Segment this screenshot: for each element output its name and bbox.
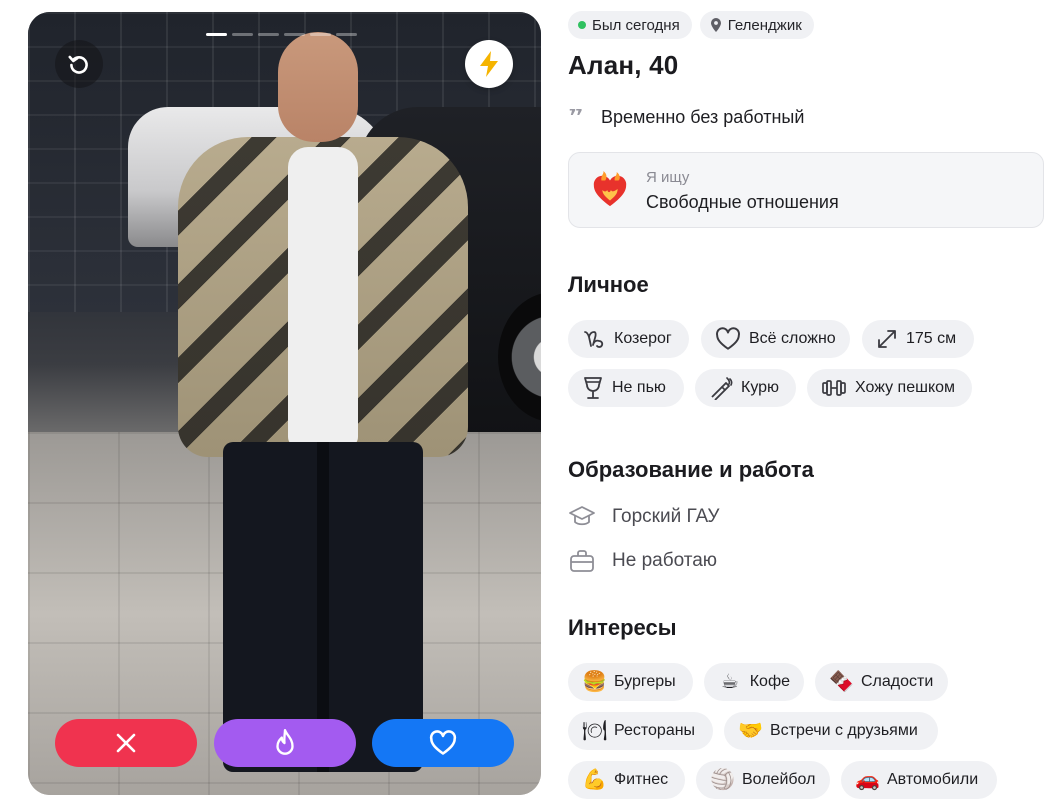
heart-icon bbox=[429, 730, 457, 755]
photo-progress-segment[interactable] bbox=[310, 33, 331, 36]
lightning-icon bbox=[480, 51, 498, 77]
chip-label: Рестораны bbox=[614, 722, 696, 739]
chip-label: Козерог bbox=[614, 330, 672, 347]
chip-relationship: Всё сложно bbox=[701, 320, 850, 358]
chip-label: Бургеры bbox=[614, 673, 676, 690]
burger-icon: 🍔 bbox=[582, 671, 607, 693]
interest-chip-fitness: 💪 Фитнес bbox=[568, 761, 685, 799]
chip-drinking: Не пью bbox=[568, 369, 684, 407]
chip-label: Фитнес bbox=[614, 771, 669, 788]
photo-progress-segment[interactable] bbox=[258, 33, 279, 36]
briefcase-icon bbox=[570, 550, 594, 572]
profile-details: Был сегодня Геленджик Алан, 40 ❞ Временн… bbox=[568, 0, 1048, 809]
dumbbell-icon bbox=[822, 380, 846, 396]
chip-smoking: Курю bbox=[695, 369, 796, 407]
profile-name-age: Алан, 40 bbox=[568, 50, 679, 80]
about-text: Временно без работный bbox=[601, 107, 805, 127]
boost-button[interactable] bbox=[465, 40, 513, 88]
quote-icon: ❞ bbox=[568, 108, 585, 127]
personal-section-title: Личное bbox=[568, 272, 649, 297]
flame-icon bbox=[276, 728, 294, 755]
chip-height: 175 см bbox=[862, 320, 974, 358]
looking-for-card: Я ищу Свободные отношения bbox=[568, 152, 1044, 228]
cigarette-icon bbox=[711, 377, 733, 400]
photo-progress-segment[interactable] bbox=[284, 33, 305, 36]
interest-chip-sweets: 🍫 Сладости bbox=[815, 663, 948, 701]
looking-for-value: Свободные отношения bbox=[646, 192, 839, 212]
interests-section-title: Интересы bbox=[568, 615, 677, 640]
interest-chip-friends: 🤝 Встречи с друзьями bbox=[724, 712, 938, 750]
chip-label: Не пью bbox=[612, 379, 666, 396]
superlike-button[interactable] bbox=[214, 719, 356, 767]
online-status-text: Был сегодня bbox=[592, 16, 680, 34]
undo-button[interactable] bbox=[55, 40, 103, 88]
wine-glass-icon bbox=[584, 377, 602, 399]
chip-label: Автомобили bbox=[887, 771, 979, 788]
profile-badges: Был сегодня Геленджик bbox=[568, 11, 814, 39]
education-text: Горский ГАУ bbox=[612, 506, 720, 527]
plate-icon: 🍽 bbox=[582, 720, 608, 742]
location-pin-icon bbox=[710, 18, 721, 32]
chip-label: Встречи с друзьями bbox=[770, 722, 918, 739]
interest-chip-volleyball: 🏐 Волейбол bbox=[696, 761, 830, 799]
photo-progress-segment[interactable] bbox=[336, 33, 357, 36]
chip-label: Всё сложно bbox=[749, 330, 836, 347]
chip-zodiac: Козерог bbox=[568, 320, 689, 358]
burning-heart-icon bbox=[593, 171, 627, 207]
dislike-button[interactable] bbox=[55, 719, 197, 767]
interest-chip-cars: 🚗 Автомобили bbox=[841, 761, 997, 799]
close-icon bbox=[116, 733, 136, 753]
photo-progress bbox=[206, 33, 357, 36]
heart-outline-icon bbox=[716, 327, 740, 350]
city-text: Геленджик bbox=[727, 16, 802, 34]
city-badge: Геленджик bbox=[699, 11, 814, 39]
car-icon: 🚗 bbox=[855, 769, 880, 791]
capricorn-icon bbox=[584, 331, 604, 348]
undo-icon bbox=[68, 55, 88, 74]
interest-chip-coffee: ☕ Кофе bbox=[704, 663, 804, 701]
handshake-icon: 🤝 bbox=[738, 720, 763, 742]
biceps-icon: 💪 bbox=[582, 769, 607, 791]
volleyball-icon: 🏐 bbox=[710, 769, 735, 791]
about-quote: ❞ Временно без работный bbox=[568, 107, 804, 128]
work-item: Не работаю bbox=[568, 549, 717, 573]
photo-person bbox=[178, 32, 468, 772]
profile-photo[interactable] bbox=[28, 12, 541, 795]
chip-label: Волейбол bbox=[742, 771, 816, 788]
online-dot-icon bbox=[578, 21, 586, 29]
chip-activity: Хожу пешком bbox=[807, 369, 972, 407]
education-section-title: Образование и работа bbox=[568, 457, 814, 482]
like-button[interactable] bbox=[372, 719, 514, 767]
chip-label: Кофе bbox=[749, 673, 790, 690]
chip-label: 175 см bbox=[906, 330, 957, 347]
interest-chip-burgers: 🍔 Бургеры bbox=[568, 663, 693, 701]
photo-progress-segment[interactable] bbox=[232, 33, 253, 36]
online-status-badge: Был сегодня bbox=[568, 11, 692, 39]
chocolate-icon: 🍫 bbox=[829, 671, 854, 693]
interest-chip-restaurants: 🍽 Рестораны bbox=[568, 712, 713, 750]
coffee-icon: ☕ bbox=[720, 671, 739, 693]
education-item: Горский ГАУ bbox=[568, 505, 719, 529]
looking-for-title: Я ищу bbox=[646, 169, 690, 186]
action-bar bbox=[55, 719, 515, 767]
chip-label: Сладости bbox=[861, 673, 934, 690]
graduation-cap-icon bbox=[569, 506, 595, 526]
chip-label: Курю bbox=[741, 379, 780, 396]
photo-progress-segment[interactable] bbox=[206, 33, 227, 36]
height-icon bbox=[878, 330, 896, 348]
chip-label: Хожу пешком bbox=[855, 379, 956, 396]
work-text: Не работаю bbox=[612, 550, 718, 571]
